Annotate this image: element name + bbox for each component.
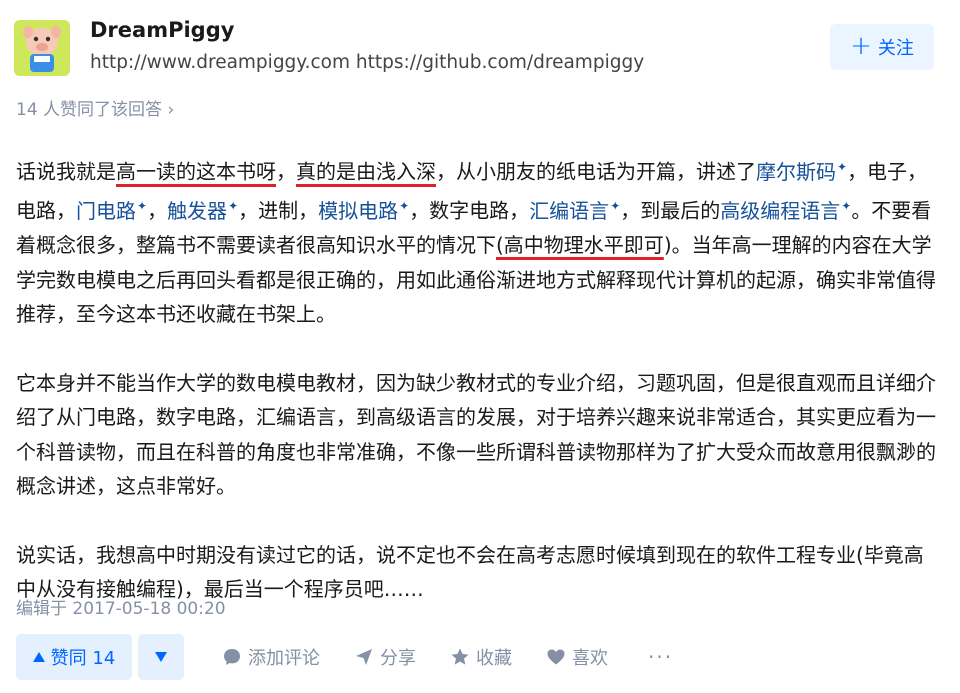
keyword-link-flip-flop[interactable]: 触发器✦ [167,199,238,223]
pig-avatar-icon [14,20,70,76]
sparkle-icon: ✦ [841,199,852,214]
share-button[interactable]: 分享 [354,644,416,670]
answer-author-header: DreamPiggy http://www.dreampiggy.com htt… [14,14,946,84]
underlined-highlight: 真的是由浅入深 [296,159,436,184]
like-button[interactable]: 喜欢 [546,644,608,670]
favorite-label: 收藏 [476,648,512,669]
text-span: ，从小朋友的纸电话为开篇，讲述了 [436,159,756,184]
triangle-up-icon [32,652,45,662]
more-options-button[interactable]: ··· [648,645,673,669]
sparkle-icon: ✦ [228,199,239,214]
vote-up-label: 赞同 14 [50,648,116,669]
keyword-link-high-level-language[interactable]: 高级编程语言✦ [720,199,851,223]
voters-count-link[interactable]: 14 人赞同了该回答 › [16,95,174,120]
vote-down-button[interactable] [138,634,184,680]
plus-icon: + [850,31,872,61]
share-icon [356,649,372,665]
sparkle-icon: ✦ [837,160,848,174]
sparkle-icon: ✦ [399,199,410,214]
answer-content: 话说我就是高一读的这本书呀，真的是由浅入深，从小朋友的纸电话为开篇，讲述了摩尔斯… [16,150,936,641]
keyword-link-morse[interactable]: 摩尔斯码✦ [756,160,847,184]
text-span: ，进制， [238,198,319,223]
favorite-button[interactable]: 收藏 [450,644,512,670]
text-span: ， [147,198,168,223]
follow-button[interactable]: + 关注 [830,24,934,70]
answer-actions-bar: 赞同 14 添加评论 分享 收藏 喜欢 ··· [16,634,946,680]
link-text: 触发器 [167,198,228,223]
keyword-link-logic-gate[interactable]: 门电路✦ [76,199,147,223]
text-span: 话说我就是 [16,159,116,184]
comment-button[interactable]: 添加评论 [222,644,320,670]
link-text: 摩尔斯码 [756,159,836,184]
text-span: ，数字电路， [409,198,530,223]
sparkle-icon: ✦ [610,199,621,214]
vote-up-button[interactable]: 赞同 14 [16,634,132,680]
link-text: 汇编语言 [529,198,610,223]
follow-label: 关注 [877,38,914,59]
link-text: 门电路 [76,198,136,223]
text-span: ，到最后的 [620,198,721,223]
share-label: 分享 [380,648,416,669]
star-icon [451,648,469,665]
link-text: 高级编程语言 [720,198,841,223]
comment-icon [224,649,240,665]
author-name[interactable]: DreamPiggy [90,18,234,42]
comment-label: 添加评论 [248,648,320,669]
paragraph-2: 它本身并不能当作大学的数电模电教材，因为缺少教材式的专业介绍，习题巩固，但是很直… [16,370,936,499]
heart-icon [547,649,565,665]
text-span: ， [276,159,296,184]
sparkle-icon: ✦ [137,199,148,214]
underlined-highlight: 高一读的这本书呀 [116,159,276,184]
link-text: 模拟电路 [318,198,399,223]
keyword-link-analog-circuit[interactable]: 模拟电路✦ [318,199,409,223]
keyword-link-assembly[interactable]: 汇编语言✦ [529,199,620,223]
author-avatar[interactable] [14,20,70,76]
author-bio: http://www.dreampiggy.com https://github… [90,52,645,73]
underlined-highlight: (高中物理水平即可 [496,233,664,258]
triangle-down-icon [155,652,167,662]
paragraph-1: 话说我就是高一读的这本书呀，真的是由浅入深，从小朋友的纸电话为开篇，讲述了摩尔斯… [16,150,936,332]
edited-timestamp[interactable]: 编辑于 2017-05-18 00:20 [16,594,226,619]
like-label: 喜欢 [572,648,608,669]
